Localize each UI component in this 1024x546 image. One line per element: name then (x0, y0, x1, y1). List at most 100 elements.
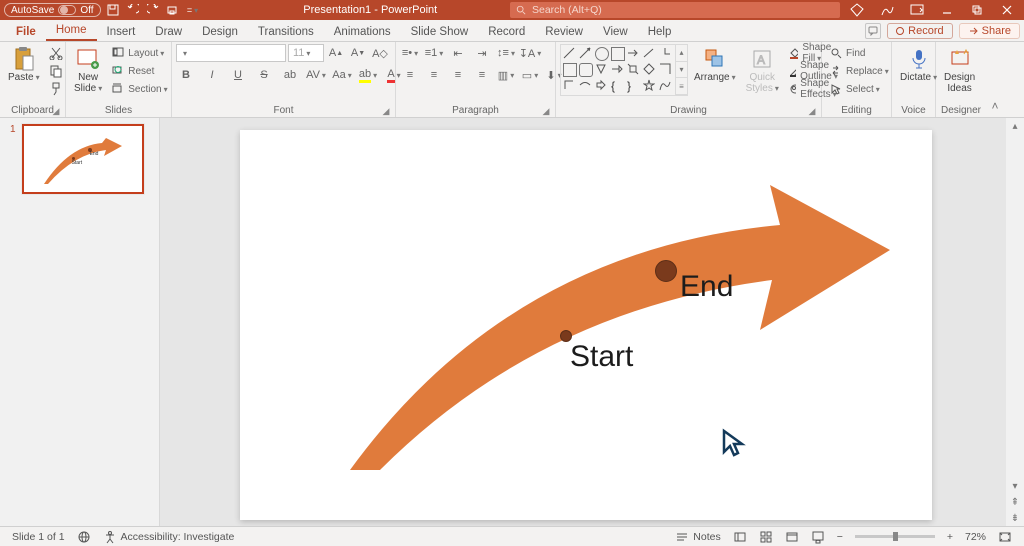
decrease-indent-icon[interactable]: ⇤ (448, 44, 468, 62)
align-center-icon[interactable]: ≡ (424, 66, 444, 84)
accessibility-button[interactable]: Accessibility: Investigate (97, 530, 241, 544)
paragraph-launcher-icon[interactable]: ◢ (541, 106, 551, 116)
layout-button[interactable]: Layout (108, 44, 171, 62)
zoom-thumb[interactable] (893, 532, 898, 541)
scroll-up-icon[interactable]: ▴ (1006, 118, 1024, 134)
tab-home[interactable]: Home (46, 21, 97, 41)
minimize-icon[interactable] (936, 2, 958, 18)
reading-view-icon[interactable] (779, 530, 805, 544)
prev-slide-icon[interactable]: ⇞ (1006, 494, 1024, 510)
copy-icon[interactable] (46, 62, 66, 80)
end-dot[interactable] (655, 260, 677, 282)
zoom-slider[interactable] (855, 535, 935, 538)
slide-thumbnail-1[interactable]: Start End (22, 124, 144, 194)
zoom-in-button[interactable]: + (941, 531, 959, 543)
drawing-launcher-icon[interactable]: ◢ (807, 106, 817, 116)
font-family-combo[interactable] (176, 44, 286, 62)
sorter-view-icon[interactable] (753, 530, 779, 544)
diamond-icon[interactable] (846, 2, 868, 18)
slide-editor[interactable]: Start End (160, 118, 1024, 526)
numbering-icon[interactable]: ≡1 (424, 44, 444, 62)
tab-review[interactable]: Review (535, 23, 593, 41)
align-text-icon[interactable]: ▭ (520, 66, 540, 84)
line-spacing-icon[interactable]: ↕≡ (496, 44, 516, 62)
find-button[interactable]: Find (826, 44, 893, 62)
select-button[interactable]: Select (826, 80, 893, 98)
autosave-toggle[interactable]: AutoSave Off (4, 3, 101, 17)
slideshow-view-icon[interactable] (805, 530, 831, 544)
tab-draw[interactable]: Draw (145, 23, 192, 41)
share-button[interactable]: Share (959, 23, 1020, 39)
dictate-button[interactable]: Dictate (896, 44, 941, 85)
clear-formatting-icon[interactable]: A◇ (370, 44, 390, 62)
collapse-ribbon-icon[interactable]: ˄ (986, 42, 1004, 117)
end-label[interactable]: End (680, 270, 733, 304)
notes-button[interactable]: Notes (669, 530, 726, 544)
decrease-font-icon[interactable]: A▼ (348, 44, 368, 62)
start-from-beginning-icon[interactable] (165, 2, 181, 18)
align-right-icon[interactable]: ≡ (448, 66, 468, 84)
search-box[interactable]: Search (Alt+Q) (510, 2, 840, 18)
close-icon[interactable] (996, 2, 1018, 18)
text-direction-icon[interactable]: ↧A (520, 44, 540, 62)
increase-font-icon[interactable]: A▲ (326, 44, 346, 62)
redo-icon[interactable] (145, 2, 161, 18)
zoom-out-button[interactable]: − (831, 531, 849, 543)
change-case-button[interactable]: Aa (332, 66, 352, 84)
comments-icon[interactable] (865, 23, 881, 39)
qat-customize-icon[interactable]: = (185, 2, 201, 18)
shadow-button[interactable]: ab (280, 66, 300, 84)
font-size-combo[interactable]: 11 (288, 44, 324, 62)
start-label[interactable]: Start (570, 340, 633, 374)
section-button[interactable]: Section (108, 80, 171, 98)
maximize-icon[interactable] (966, 2, 988, 18)
vertical-scrollbar[interactable]: ▴ ▾ ⇞ ⇟ (1006, 118, 1024, 526)
design-ideas-button[interactable]: Design Ideas (940, 44, 979, 96)
language-button[interactable] (71, 530, 97, 544)
tab-transitions[interactable]: Transitions (248, 23, 324, 41)
align-left-icon[interactable]: ≡ (400, 66, 420, 84)
record-button[interactable]: Record (887, 23, 952, 39)
paste-button[interactable]: Paste (4, 44, 44, 85)
tab-record[interactable]: Record (478, 23, 535, 41)
shapes-gallery-scroll[interactable]: ▴▾≡ (675, 45, 687, 95)
slide-thumbnail-panel[interactable]: 1 Start End (0, 118, 160, 526)
normal-view-icon[interactable] (727, 530, 753, 544)
curved-arrow-shape[interactable] (340, 170, 900, 480)
tab-view[interactable]: View (593, 23, 638, 41)
save-icon[interactable] (105, 2, 121, 18)
font-launcher-icon[interactable]: ◢ (381, 106, 391, 116)
ribbon-display-icon[interactable] (906, 2, 928, 18)
new-slide-button[interactable]: New Slide (70, 44, 106, 96)
shapes-gallery[interactable]: {} (561, 45, 675, 95)
char-spacing-button[interactable]: AV (306, 66, 326, 84)
tab-animations[interactable]: Animations (324, 23, 401, 41)
italic-button[interactable]: I (202, 66, 222, 84)
columns-icon[interactable]: ▥ (496, 66, 516, 84)
increase-indent-icon[interactable]: ⇥ (472, 44, 492, 62)
replace-button[interactable]: Replace (826, 62, 893, 80)
reset-button[interactable]: Reset (108, 62, 171, 80)
tab-slideshow[interactable]: Slide Show (401, 23, 479, 41)
clipboard-launcher-icon[interactable]: ◢ (51, 106, 61, 116)
fit-to-window-icon[interactable] (992, 530, 1018, 544)
bold-button[interactable]: B (176, 66, 196, 84)
bullets-icon[interactable]: ≡• (400, 44, 420, 62)
tab-design[interactable]: Design (192, 23, 248, 41)
zoom-level[interactable]: 72% (959, 531, 992, 543)
tab-help[interactable]: Help (638, 23, 682, 41)
quick-styles-button[interactable]: A Quick Styles (742, 44, 783, 96)
arrange-button[interactable]: Arrange (690, 44, 740, 85)
strike-button[interactable]: S (254, 66, 274, 84)
justify-icon[interactable]: ≡ (472, 66, 492, 84)
scroll-down-icon[interactable]: ▾ (1006, 478, 1024, 494)
highlight-button[interactable]: ab (358, 66, 378, 84)
tab-file[interactable]: File (6, 23, 46, 41)
slide-indicator[interactable]: Slide 1 of 1 (6, 531, 71, 543)
draw-tool-icon[interactable] (876, 2, 898, 18)
slide-canvas[interactable]: Start End (240, 130, 932, 520)
underline-button[interactable]: U (228, 66, 248, 84)
cut-icon[interactable] (46, 44, 66, 62)
tab-insert[interactable]: Insert (97, 23, 146, 41)
format-painter-icon[interactable] (46, 80, 66, 98)
